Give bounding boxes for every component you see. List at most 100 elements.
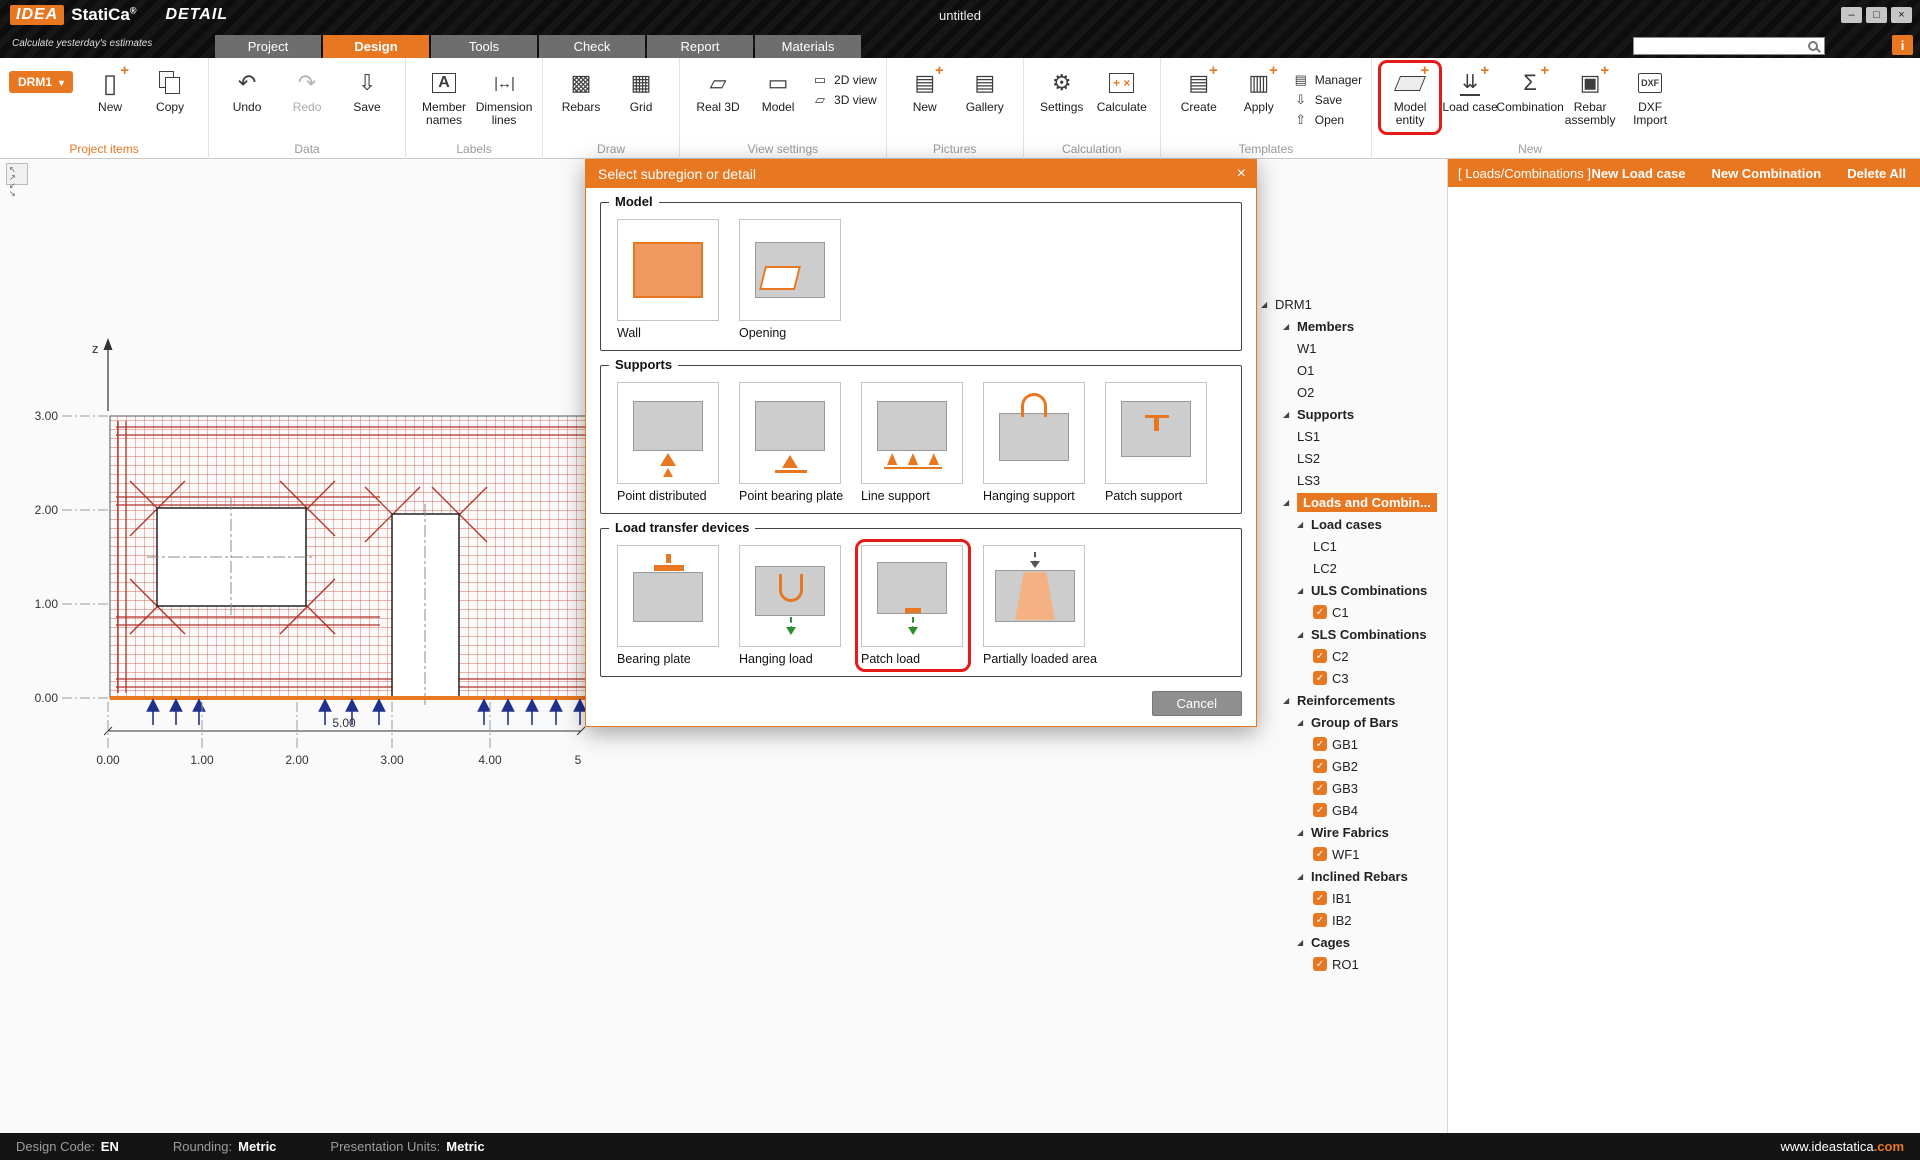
tree-expand-icon[interactable] — [1297, 828, 1311, 837]
ribbon-tab[interactable]: Project — [215, 35, 321, 58]
tree-item[interactable]: GB1 — [1255, 733, 1447, 755]
ribbon-button[interactable]: New — [81, 63, 139, 118]
tree-item[interactable]: GB2 — [1255, 755, 1447, 777]
subregion-option[interactable]: Opening — [739, 219, 843, 340]
tree-expand-icon[interactable] — [1297, 520, 1311, 529]
tree-expand-icon[interactable] — [1283, 696, 1297, 705]
support-option[interactable]: Hanging support — [983, 382, 1087, 503]
close-button[interactable]: × — [1891, 7, 1912, 23]
ribbon-button[interactable]: Rebars — [552, 63, 610, 118]
minimize-button[interactable]: – — [1841, 7, 1862, 23]
subregion-option[interactable]: Wall — [617, 219, 721, 340]
ribbon-button[interactable]: Apply — [1230, 63, 1288, 118]
tree-item[interactable]: GB3 — [1255, 777, 1447, 799]
ribbon-small-button[interactable]: 3D view — [811, 92, 877, 107]
ribbon-small-button[interactable]: Manager — [1292, 72, 1362, 87]
ribbon-button[interactable]: Copy — [141, 63, 199, 118]
tree-item[interactable]: O2 — [1255, 381, 1447, 403]
ribbon-button[interactable]: Undo — [218, 63, 276, 118]
tree-item[interactable]: Reinforcements — [1255, 689, 1447, 711]
delete-all-button[interactable]: Delete All — [1847, 166, 1906, 181]
new-combination-button[interactable]: New Combination — [1711, 166, 1821, 181]
support-option[interactable]: Patch support — [1105, 382, 1209, 503]
load-transfer-option[interactable]: Bearing plate — [617, 545, 721, 666]
tree-expand-icon[interactable] — [1297, 586, 1311, 595]
ribbon-button[interactable]: Grid — [612, 63, 670, 118]
ribbon-small-button[interactable]: Save — [1292, 92, 1362, 107]
tree-item[interactable]: Load cases — [1255, 513, 1447, 535]
tree-item[interactable]: DRM1 — [1255, 293, 1447, 315]
checkbox-checked-icon[interactable] — [1313, 649, 1327, 663]
new-load-case-button[interactable]: New Load case — [1592, 166, 1686, 181]
tree-item[interactable]: LS3 — [1255, 469, 1447, 491]
search-input[interactable] — [1634, 39, 1808, 53]
load-transfer-option[interactable]: Patch load — [861, 545, 965, 666]
tree-expand-icon[interactable] — [1297, 938, 1311, 947]
website-link[interactable]: www.ideastatica.com — [1780, 1139, 1904, 1154]
tree-item[interactable]: GB4 — [1255, 799, 1447, 821]
tree-item[interactable]: W1 — [1255, 337, 1447, 359]
load-transfer-option[interactable]: Hanging load — [739, 545, 843, 666]
checkbox-checked-icon[interactable] — [1313, 671, 1327, 685]
checkbox-checked-icon[interactable] — [1313, 737, 1327, 751]
tree-expand-icon[interactable] — [1283, 498, 1297, 507]
maximize-button[interactable]: □ — [1866, 7, 1887, 23]
fit-view-button[interactable] — [6, 163, 28, 185]
tree-item[interactable]: Supports — [1255, 403, 1447, 425]
tree-expand-icon[interactable] — [1297, 718, 1311, 727]
tree-item[interactable]: Wire Fabrics — [1255, 821, 1447, 843]
ribbon-button[interactable]: Real 3D — [689, 63, 747, 118]
checkbox-checked-icon[interactable] — [1313, 891, 1327, 905]
support-option[interactable]: Line support — [861, 382, 965, 503]
tree-item[interactable]: SLS Combinations — [1255, 623, 1447, 645]
tree-expand-icon[interactable] — [1261, 300, 1275, 309]
tree-item[interactable]: IB2 — [1255, 909, 1447, 931]
tree-expand-icon[interactable] — [1297, 630, 1311, 639]
tree-expand-icon[interactable] — [1297, 872, 1311, 881]
tree-item[interactable]: LC2 — [1255, 557, 1447, 579]
cancel-button[interactable]: Cancel — [1152, 691, 1242, 716]
close-icon[interactable]: × — [1237, 165, 1246, 183]
info-button[interactable]: i — [1892, 35, 1913, 55]
tree-item[interactable]: Group of Bars — [1255, 711, 1447, 733]
ribbon-button[interactable]: DXF Import — [1621, 63, 1679, 132]
ribbon-button[interactable]: Save — [338, 63, 396, 118]
tree-item[interactable]: ULS Combinations — [1255, 579, 1447, 601]
checkbox-checked-icon[interactable] — [1313, 957, 1327, 971]
checkbox-checked-icon[interactable] — [1313, 759, 1327, 773]
support-option[interactable]: Point distributed — [617, 382, 721, 503]
ribbon-tab[interactable]: Tools — [431, 35, 537, 58]
tree-item[interactable]: Cages — [1255, 931, 1447, 953]
ribbon-button[interactable]: Member names — [415, 63, 473, 132]
ribbon-button[interactable]: New — [896, 63, 954, 118]
checkbox-checked-icon[interactable] — [1313, 913, 1327, 927]
tree-item[interactable]: O1 — [1255, 359, 1447, 381]
ribbon-button[interactable]: Rebar assembly — [1561, 63, 1619, 132]
tree-item[interactable]: RO1 — [1255, 953, 1447, 975]
support-option[interactable]: Point bearing plate — [739, 382, 843, 503]
checkbox-checked-icon[interactable] — [1313, 605, 1327, 619]
ribbon-small-button[interactable]: Open — [1292, 112, 1362, 127]
tree-item[interactable]: C1 — [1255, 601, 1447, 623]
ribbon-button[interactable]: Load case — [1441, 63, 1499, 132]
tree-expand-icon[interactable] — [1283, 410, 1297, 419]
ribbon-button[interactable]: Create — [1170, 63, 1228, 118]
tree-item[interactable]: LS1 — [1255, 425, 1447, 447]
checkbox-checked-icon[interactable] — [1313, 803, 1327, 817]
ribbon-tab[interactable]: Check — [539, 35, 645, 58]
tree-item[interactable]: IB1 — [1255, 887, 1447, 909]
ribbon-button[interactable]: Settings — [1033, 63, 1091, 118]
ribbon-button[interactable]: Gallery — [956, 63, 1014, 118]
ribbon-button[interactable]: Model entity — [1381, 63, 1439, 132]
load-transfer-option[interactable]: Partially loaded area — [983, 545, 1087, 666]
tree-item[interactable]: LS2 — [1255, 447, 1447, 469]
project-item-dropdown[interactable]: DRM1 — [9, 71, 73, 93]
ribbon-button[interactable]: Dimension lines — [475, 63, 533, 132]
ribbon-small-button[interactable]: 2D view — [811, 72, 877, 87]
search-icon[interactable] — [1808, 41, 1818, 51]
tree-item[interactable]: C3 — [1255, 667, 1447, 689]
ribbon-button[interactable]: Model — [749, 63, 807, 118]
tree-expand-icon[interactable] — [1283, 322, 1297, 331]
checkbox-checked-icon[interactable] — [1313, 847, 1327, 861]
tree-item[interactable]: WF1 — [1255, 843, 1447, 865]
